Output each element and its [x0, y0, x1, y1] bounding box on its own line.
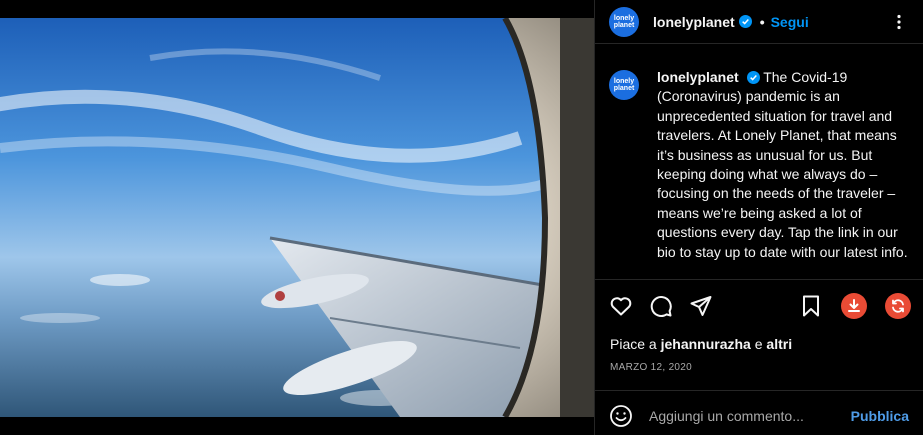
divider	[595, 390, 923, 391]
download-button[interactable]	[841, 293, 867, 319]
comment-icon	[650, 296, 672, 317]
likes-prefix: Piace a	[610, 336, 657, 352]
refresh-button[interactable]	[885, 293, 911, 319]
share-icon	[690, 296, 712, 316]
likes-user-link[interactable]: jehannurazha	[661, 336, 751, 352]
caption-avatar[interactable]: lonely planet	[609, 70, 639, 100]
post-sidebar: lonely planet lonelyplanet • Segui lonel…	[594, 0, 923, 435]
header-username[interactable]: lonelyplanet	[653, 14, 735, 30]
comment-composer: Pubblica	[609, 402, 909, 430]
refresh-icon	[892, 299, 904, 313]
verified-icon	[738, 15, 752, 28]
likes-others-link[interactable]: altri	[766, 336, 792, 352]
save-button[interactable]	[799, 294, 823, 318]
header-separator: •	[759, 13, 765, 30]
photo-pane	[0, 0, 594, 435]
avatar[interactable]: lonely planet	[609, 6, 639, 37]
comment-button[interactable]	[649, 294, 673, 318]
avatar-text-line1: lonely	[613, 14, 635, 22]
avatar-text-line2: planet	[613, 21, 635, 29]
emoji-icon[interactable]	[609, 404, 633, 428]
follow-button[interactable]: Segui	[771, 14, 809, 30]
post-header: lonely planet lonelyplanet • Segui	[595, 0, 923, 44]
more-icon[interactable]	[891, 14, 907, 30]
caption-username[interactable]: lonelyplanet	[657, 69, 739, 85]
caption-avatar-line1: lonely	[613, 78, 635, 85]
caption-verified-icon	[746, 71, 760, 84]
publish-button[interactable]: Pubblica	[851, 408, 909, 424]
comment-input[interactable]	[649, 408, 851, 424]
divider	[595, 279, 923, 280]
airplane-window-illustration	[0, 18, 594, 417]
post-image[interactable]	[0, 18, 594, 417]
likes-summary: Piace a jehannurazha e altri	[610, 336, 792, 352]
caption-text: The Covid-19 (Coronavirus) pandemic is a…	[657, 69, 908, 260]
share-button[interactable]	[689, 294, 713, 318]
like-button[interactable]	[609, 294, 633, 318]
post-date[interactable]: MARZO 12, 2020	[610, 362, 692, 373]
download-icon	[848, 299, 860, 312]
action-bar	[609, 292, 911, 320]
caption-area: lonely planet lonelyplanet The Covid-19 …	[609, 56, 909, 276]
heart-icon	[610, 297, 632, 316]
likes-conjunction: e	[754, 336, 763, 352]
bookmark-icon	[803, 295, 819, 317]
caption-avatar-line2: planet	[613, 85, 635, 92]
caption: lonelyplanet The Covid-19 (Coronavirus) …	[657, 56, 909, 276]
